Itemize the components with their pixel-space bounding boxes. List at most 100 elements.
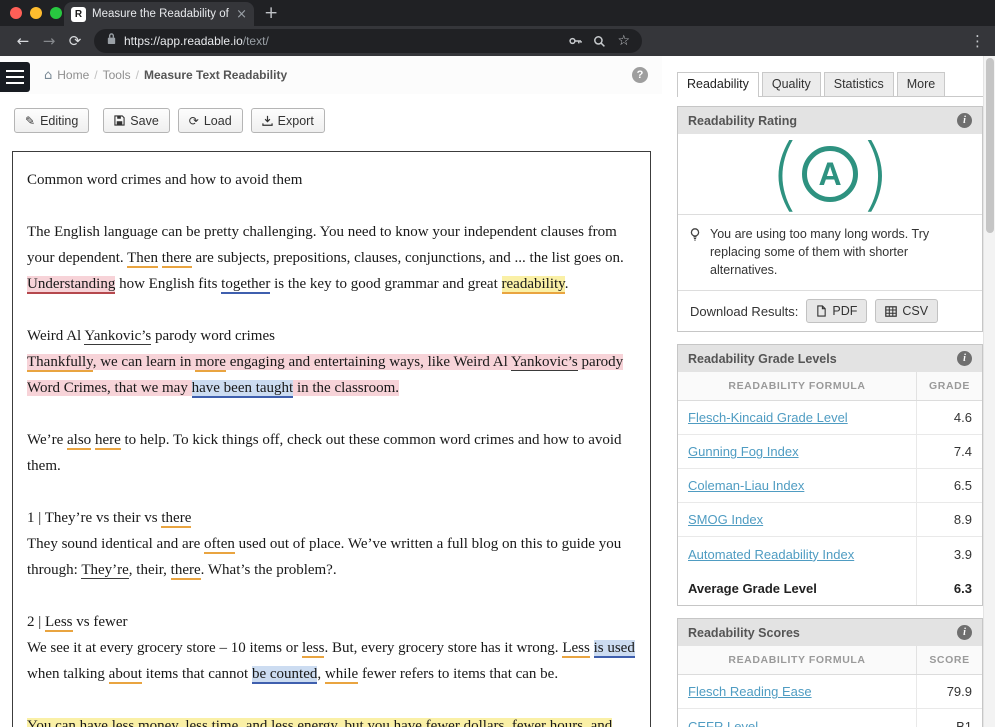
text-run: 1 | They’re vs their vs: [27, 510, 161, 526]
formula-link[interactable]: SMOG Index: [688, 512, 763, 527]
highlighted-word[interactable]: there: [171, 562, 201, 580]
editor-paragraph: The English language can be pretty chall…: [27, 219, 636, 297]
highlighted-word[interactable]: Understanding: [27, 276, 115, 294]
highlighted-word[interactable]: engaging and entertaining ways, like Wei…: [226, 354, 511, 370]
column-formula: READABILITY FORMULA: [678, 646, 916, 674]
formula-link[interactable]: CEFR Level: [688, 719, 758, 727]
panel-header: Readability Grade Levels i: [678, 345, 982, 372]
app-top-bar: ⌂ Home / Tools / Measure Text Readabilit…: [0, 56, 662, 94]
formula-link[interactable]: Coleman-Liau Index: [688, 478, 804, 493]
highlighted-word[interactable]: less: [302, 640, 325, 658]
table-row: CEFR LevelB1: [678, 709, 982, 727]
load-button[interactable]: ⟳ Load: [178, 108, 243, 133]
formula-link[interactable]: Gunning Fog Index: [688, 444, 799, 459]
text-run: are subjects, prepositions, clauses, con…: [192, 250, 624, 266]
highlighted-word[interactable]: here: [95, 432, 121, 450]
reload-icon[interactable]: ⟳: [62, 28, 88, 54]
address-bar[interactable]: https://app.readable.io/text/ ☆: [94, 29, 642, 53]
highlighted-word[interactable]: Less: [562, 640, 590, 658]
breadcrumb-home-link[interactable]: Home: [57, 68, 89, 82]
text-run: fewer refers to items that can be.: [358, 666, 558, 682]
highlighted-word[interactable]: be counted: [252, 666, 317, 684]
text-run: vs fewer: [73, 614, 128, 630]
average-grade-row: Average Grade Level 6.3: [678, 571, 982, 605]
highlighted-word[interactable]: about: [109, 666, 142, 684]
formula-link[interactable]: Flesch-Kincaid Grade Level: [688, 410, 848, 425]
highlighted-word[interactable]: readability: [502, 276, 565, 294]
bookmark-star-icon[interactable]: ☆: [617, 33, 630, 49]
highlighted-word[interactable]: Yankovic’s: [84, 328, 151, 345]
highlighted-word[interactable]: Less: [45, 614, 73, 632]
text-run: . What’s the problem?.: [201, 562, 337, 578]
formula-link[interactable]: Automated Readability Index: [688, 547, 854, 562]
info-icon[interactable]: i: [957, 351, 972, 366]
tab-title: Measure the Readability of Tex: [92, 8, 230, 20]
highlighted-word[interactable]: there: [162, 250, 192, 268]
info-icon[interactable]: i: [957, 625, 972, 640]
breadcrumb: ⌂ Home / Tools / Measure Text Readabilit…: [44, 68, 287, 83]
highlighted-word[interactable]: You can have less money, less time, and …: [27, 718, 612, 727]
editing-button[interactable]: ✎ Editing: [14, 108, 89, 133]
back-icon[interactable]: ←: [10, 28, 36, 54]
editor-toolbar: ✎ Editing Save ⟳ Load Export: [14, 108, 662, 133]
tab-more[interactable]: More: [897, 72, 945, 96]
rating-grade-badge: ( A ): [678, 134, 982, 214]
tab-quality[interactable]: Quality: [762, 72, 821, 96]
highlighted-word[interactable]: Thankfully: [27, 354, 93, 372]
new-tab-button[interactable]: +: [264, 3, 278, 23]
text-run: . But, every grocery store has it wrong.: [324, 640, 562, 656]
tab-statistics[interactable]: Statistics: [824, 72, 894, 96]
highlighted-word[interactable]: together: [221, 276, 270, 294]
formula-link[interactable]: Flesch Reading Ease: [688, 684, 812, 699]
text-run: [590, 640, 594, 656]
breadcrumb-tools-link[interactable]: Tools: [103, 68, 131, 82]
highlighted-word[interactable]: in the classroom.: [293, 380, 399, 396]
breadcrumb-separator: /: [94, 68, 97, 82]
table-row: Gunning Fog Index7.4: [678, 435, 982, 469]
highlighted-word[interactable]: Yankovic’s: [511, 354, 578, 371]
panel-header: Readability Rating i: [678, 107, 982, 134]
page-scrollbar[interactable]: [983, 56, 995, 727]
panel-title: Readability Grade Levels: [688, 352, 837, 366]
table-header: READABILITY FORMULA GRADE: [678, 372, 982, 401]
close-window-button[interactable]: [10, 7, 22, 19]
text-run: items that cannot: [142, 666, 252, 682]
save-button[interactable]: Save: [103, 108, 170, 133]
download-icon: [262, 115, 273, 126]
browser-toolbar: ← → ⟳ https://app.readable.io/text/ ☆ ⋮: [0, 26, 995, 56]
password-key-icon[interactable]: [568, 34, 582, 48]
export-button[interactable]: Export: [251, 108, 325, 133]
download-pdf-button[interactable]: PDF: [806, 299, 867, 323]
editor-paragraph: Weird Al Yankovic’s parody word crimes: [27, 323, 636, 349]
minimize-window-button[interactable]: [30, 7, 42, 19]
panel-title: Readability Scores: [688, 626, 800, 640]
text-editor[interactable]: Common word crimes and how to avoid them…: [12, 151, 651, 727]
highlighted-word[interactable]: , we can learn in: [93, 354, 195, 370]
window-controls: [10, 7, 62, 19]
highlighted-word[interactable]: Then: [127, 250, 158, 268]
highlighted-word[interactable]: there: [161, 510, 191, 528]
help-icon[interactable]: ?: [632, 67, 648, 83]
editor-content: Common word crimes and how to avoid them…: [27, 167, 636, 727]
download-results-label: Download Results:: [690, 304, 798, 319]
highlighted-word[interactable]: while: [325, 666, 358, 684]
lock-icon: [106, 32, 117, 50]
sidebar-menu-button[interactable]: [0, 62, 30, 92]
highlighted-word[interactable]: have been taught: [192, 380, 294, 398]
info-icon[interactable]: i: [957, 113, 972, 128]
browser-menu-icon[interactable]: ⋮: [970, 32, 985, 50]
scrollbar-thumb[interactable]: [986, 58, 994, 233]
forward-icon[interactable]: →: [36, 28, 62, 54]
highlighted-word[interactable]: They’re: [81, 562, 128, 579]
text-run: They sound identical and are: [27, 536, 204, 552]
highlighted-word[interactable]: is used: [594, 640, 635, 658]
download-csv-button[interactable]: CSV: [875, 299, 938, 323]
close-tab-icon[interactable]: ×: [236, 7, 247, 22]
zoom-icon[interactable]: [593, 35, 606, 48]
highlighted-word[interactable]: more: [195, 354, 226, 372]
tab-readability[interactable]: Readability: [677, 72, 759, 97]
browser-tab[interactable]: R Measure the Readability of Tex ×: [64, 2, 254, 26]
maximize-window-button[interactable]: [50, 7, 62, 19]
highlighted-word[interactable]: often: [204, 536, 235, 554]
highlighted-word[interactable]: also: [67, 432, 91, 450]
